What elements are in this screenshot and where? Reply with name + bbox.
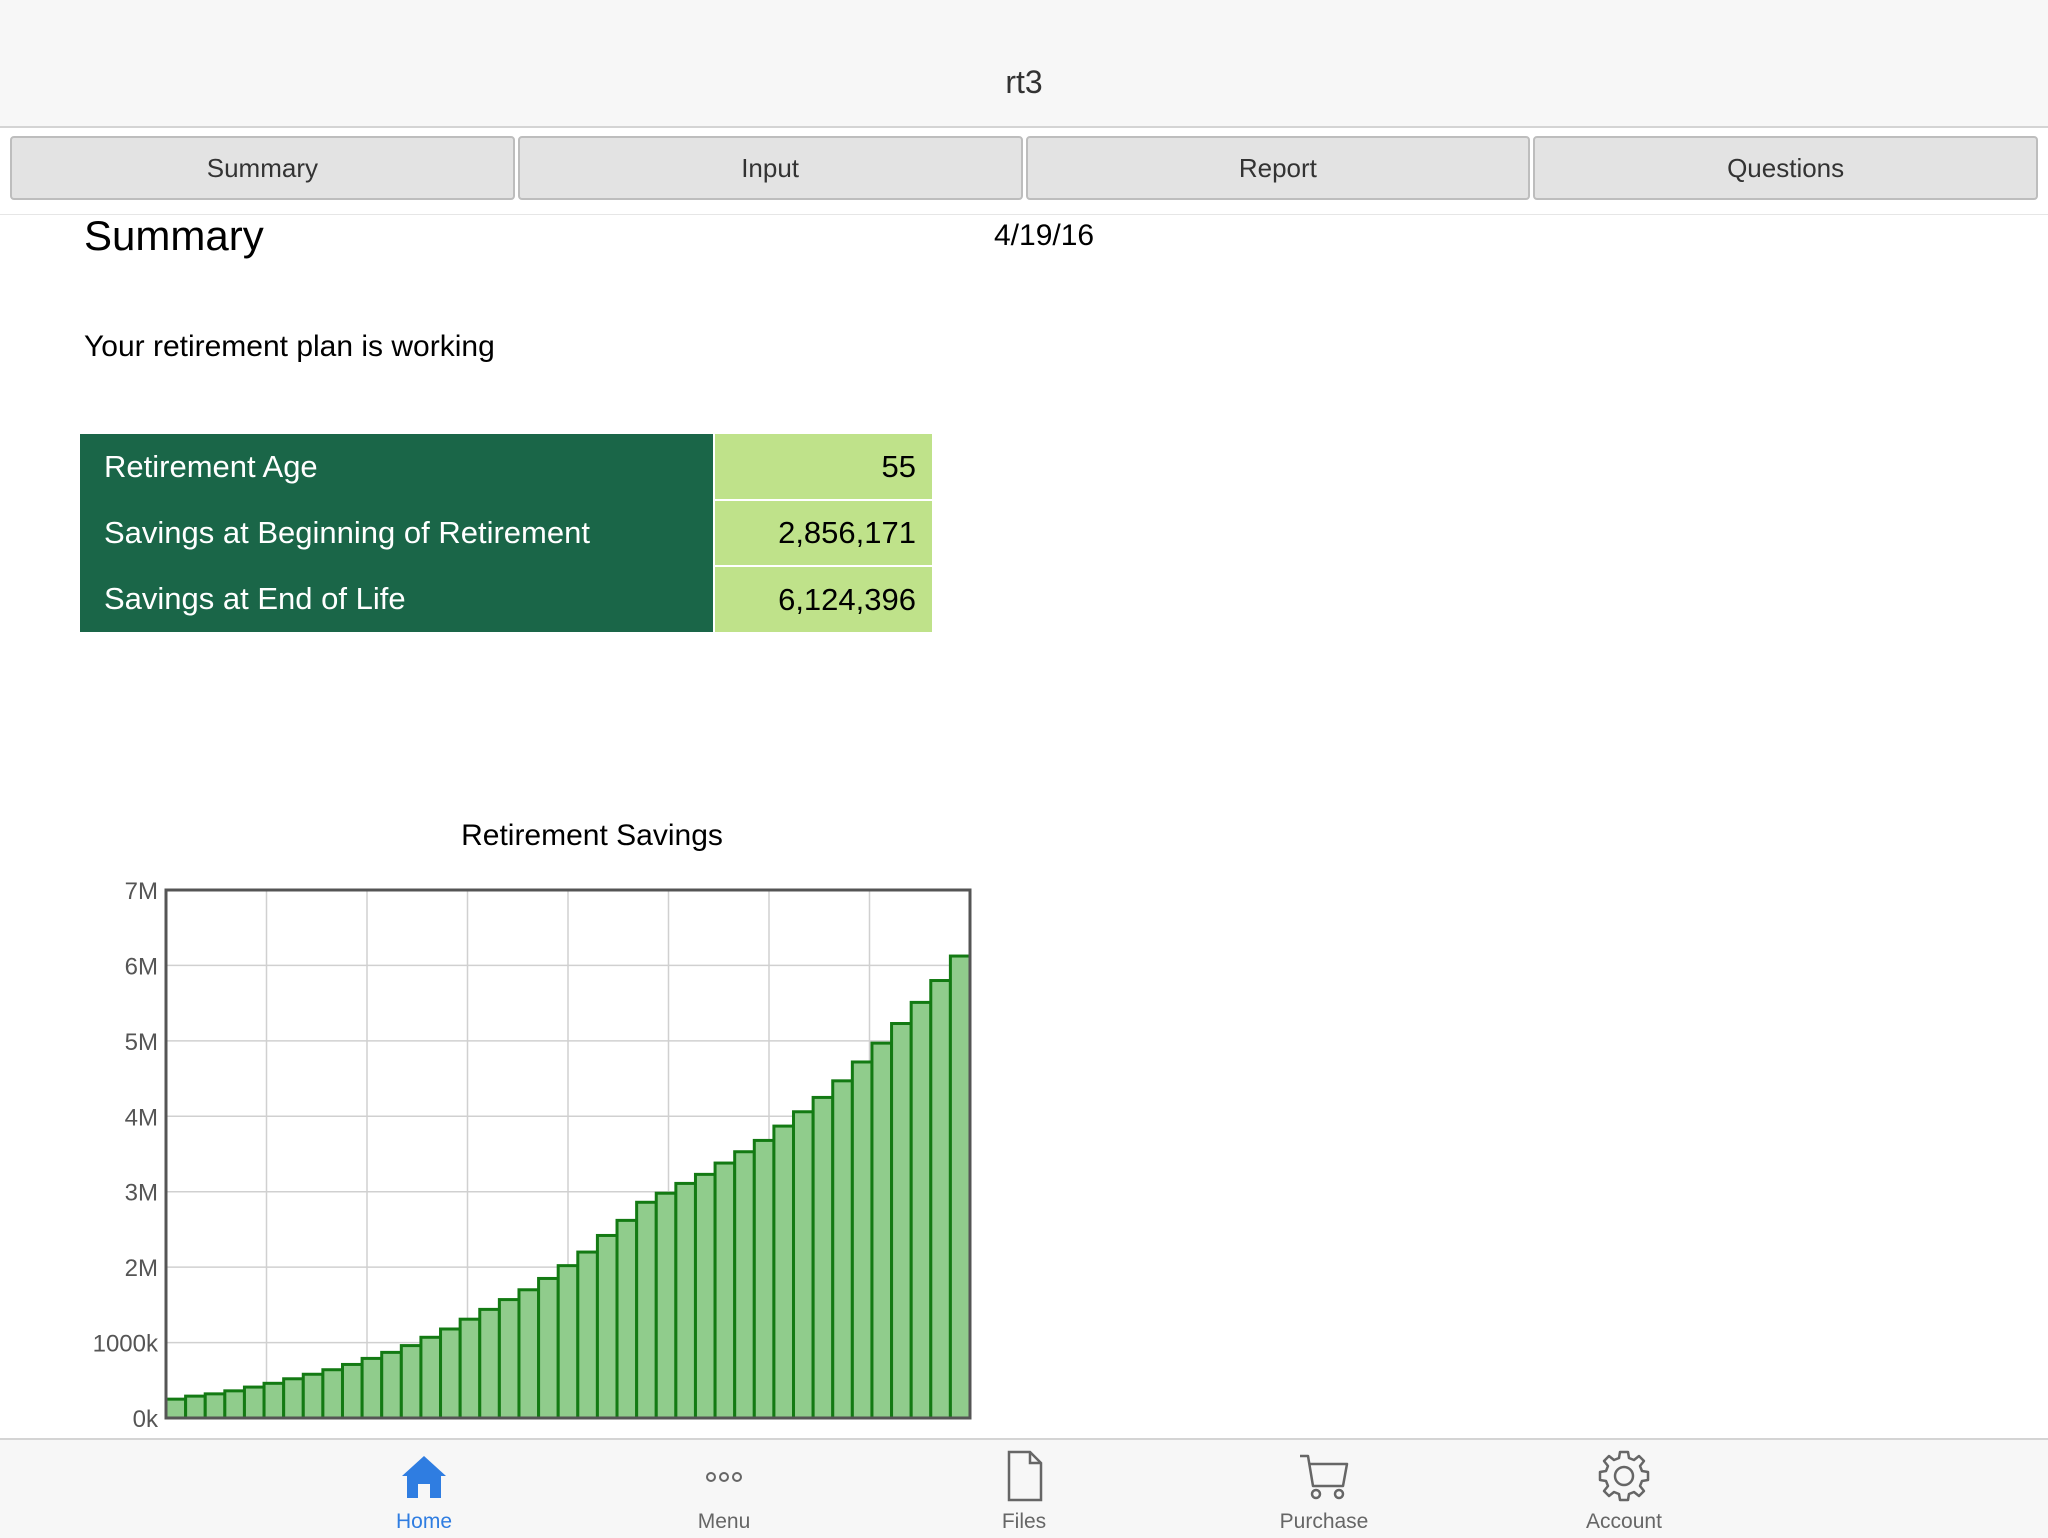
chart-bar: [439, 1327, 462, 1420]
nav-home-label: Home: [395, 1510, 453, 1533]
chart-bar: [282, 1377, 305, 1420]
page-title: Summary: [84, 212, 264, 259]
tab-questions[interactable]: Questions: [1533, 136, 2038, 200]
chart-bar: [399, 1344, 423, 1420]
more-icon: [706, 1472, 742, 1482]
chart-bar: [635, 1200, 658, 1420]
chart-bar: [517, 1288, 541, 1420]
chart-bar: [419, 1335, 443, 1420]
tab-summary[interactable]: Summary: [10, 136, 515, 200]
chart-bar: [340, 1362, 364, 1420]
nav-purchase-button[interactable]: Purchase: [1224, 1448, 1424, 1534]
y-tick-label: 3M: [125, 1180, 158, 1207]
chart-bar: [223, 1389, 246, 1420]
chart-bar: [811, 1095, 835, 1420]
retirement-age-label: Retirement Age: [80, 434, 715, 500]
nav-files-button[interactable]: Files: [924, 1448, 1124, 1534]
cart-icon: [1300, 1454, 1349, 1500]
chart-bar: [929, 979, 952, 1420]
savings-end-label: Savings at End of Life: [80, 566, 715, 632]
table-row: Savings at Beginning of Retirement 2,856…: [80, 500, 932, 567]
chart-bar: [792, 1110, 815, 1420]
chart-bar: [850, 1060, 874, 1420]
savings-beginning-value: 2,856,171: [714, 500, 932, 567]
chart-bar: [360, 1356, 384, 1420]
chart-bar: [948, 954, 972, 1420]
app-title: rt3: [1005, 64, 1043, 100]
y-tick-label: 7M: [125, 878, 158, 905]
chart-bar: [262, 1381, 286, 1420]
chart-bar: [674, 1181, 697, 1420]
chart-title: Retirement Savings: [461, 819, 723, 852]
table-row: Savings at End of Life 6,124,396: [80, 566, 932, 632]
tab-input[interactable]: Input: [517, 136, 1023, 200]
y-tick-label: 4M: [125, 1104, 158, 1131]
chart-bar: [497, 1298, 521, 1420]
title-bar: rt3: [0, 0, 2048, 128]
y-tick-label: 5M: [125, 1029, 158, 1056]
chart-bar: [458, 1317, 482, 1420]
retirement-savings-chart: Retirement Savings 0k 1000k 2M 3M 4M 5M 6M 7M: [80, 800, 1000, 1440]
chart-svg: Retirement Savings 0k 1000k 2M 3M 4M 5M 6M 7M: [93, 819, 972, 1433]
tabs-divider: [0, 214, 2048, 215]
chart-bar: [595, 1233, 619, 1420]
chart-bar: [654, 1191, 678, 1420]
report-date: 4/19/16: [994, 219, 1095, 252]
summary-table: Retirement Age 55 Savings at Beginning o…: [80, 434, 932, 632]
chart-bar: [615, 1218, 639, 1420]
chart-bar: [164, 1397, 188, 1420]
chart-bar: [184, 1394, 207, 1420]
nav-account-button[interactable]: Account: [1524, 1448, 1724, 1534]
chart-bar: [713, 1161, 737, 1420]
chart-bar: [909, 1000, 933, 1420]
y-tick-label: 0k: [133, 1406, 159, 1433]
chart-bar: [380, 1350, 403, 1420]
chart-bar: [772, 1124, 796, 1420]
chart-bar: [733, 1150, 756, 1420]
gear-icon: [1598, 1450, 1650, 1502]
nav-menu-label: Menu: [697, 1510, 751, 1533]
chart-bar: [870, 1041, 894, 1420]
retirement-age-value: 55: [714, 434, 932, 501]
y-tick-label: 6M: [125, 953, 158, 980]
chart-bar: [831, 1079, 854, 1420]
chart-bar: [478, 1307, 501, 1420]
file-icon: [1007, 1450, 1043, 1502]
nav-account-label: Account: [1586, 1510, 1662, 1533]
y-tick-label: 1000k: [93, 1331, 159, 1358]
nav-files-label: Files: [1001, 1510, 1047, 1533]
chart-bar: [242, 1385, 266, 1420]
y-tick-label: 2M: [125, 1255, 158, 1282]
plan-status-message: Your retirement plan is working: [84, 330, 495, 363]
table-row: Retirement Age 55: [80, 434, 932, 501]
nav-purchase-label: Purchase: [1279, 1510, 1369, 1533]
chart-bar: [693, 1172, 717, 1420]
chart-bar: [321, 1368, 344, 1420]
chart-bar: [556, 1264, 580, 1420]
home-icon: [402, 1456, 446, 1498]
chart-bar: [203, 1392, 227, 1420]
tab-report[interactable]: Report: [1025, 136, 1531, 200]
chart-y-axis: 0k 1000k 2M 3M 4M 5M 6M 7M: [93, 878, 159, 1433]
nav-menu-button[interactable]: Menu: [624, 1448, 824, 1534]
chart-bar: [301, 1372, 325, 1420]
chart-bar: [576, 1250, 599, 1420]
chart-bar: [890, 1022, 913, 1420]
chart-bar: [752, 1138, 776, 1420]
nav-home-button[interactable]: Home: [324, 1448, 524, 1534]
savings-beginning-label: Savings at Beginning of Retirement: [80, 500, 715, 566]
chart-bar: [537, 1276, 560, 1420]
savings-end-value: 6,124,396: [714, 566, 932, 632]
bottom-tab-bar: Home Menu Files Purchase Account: [0, 1438, 2048, 1538]
tab-bar: Summary Input Report Questions: [10, 136, 2038, 204]
